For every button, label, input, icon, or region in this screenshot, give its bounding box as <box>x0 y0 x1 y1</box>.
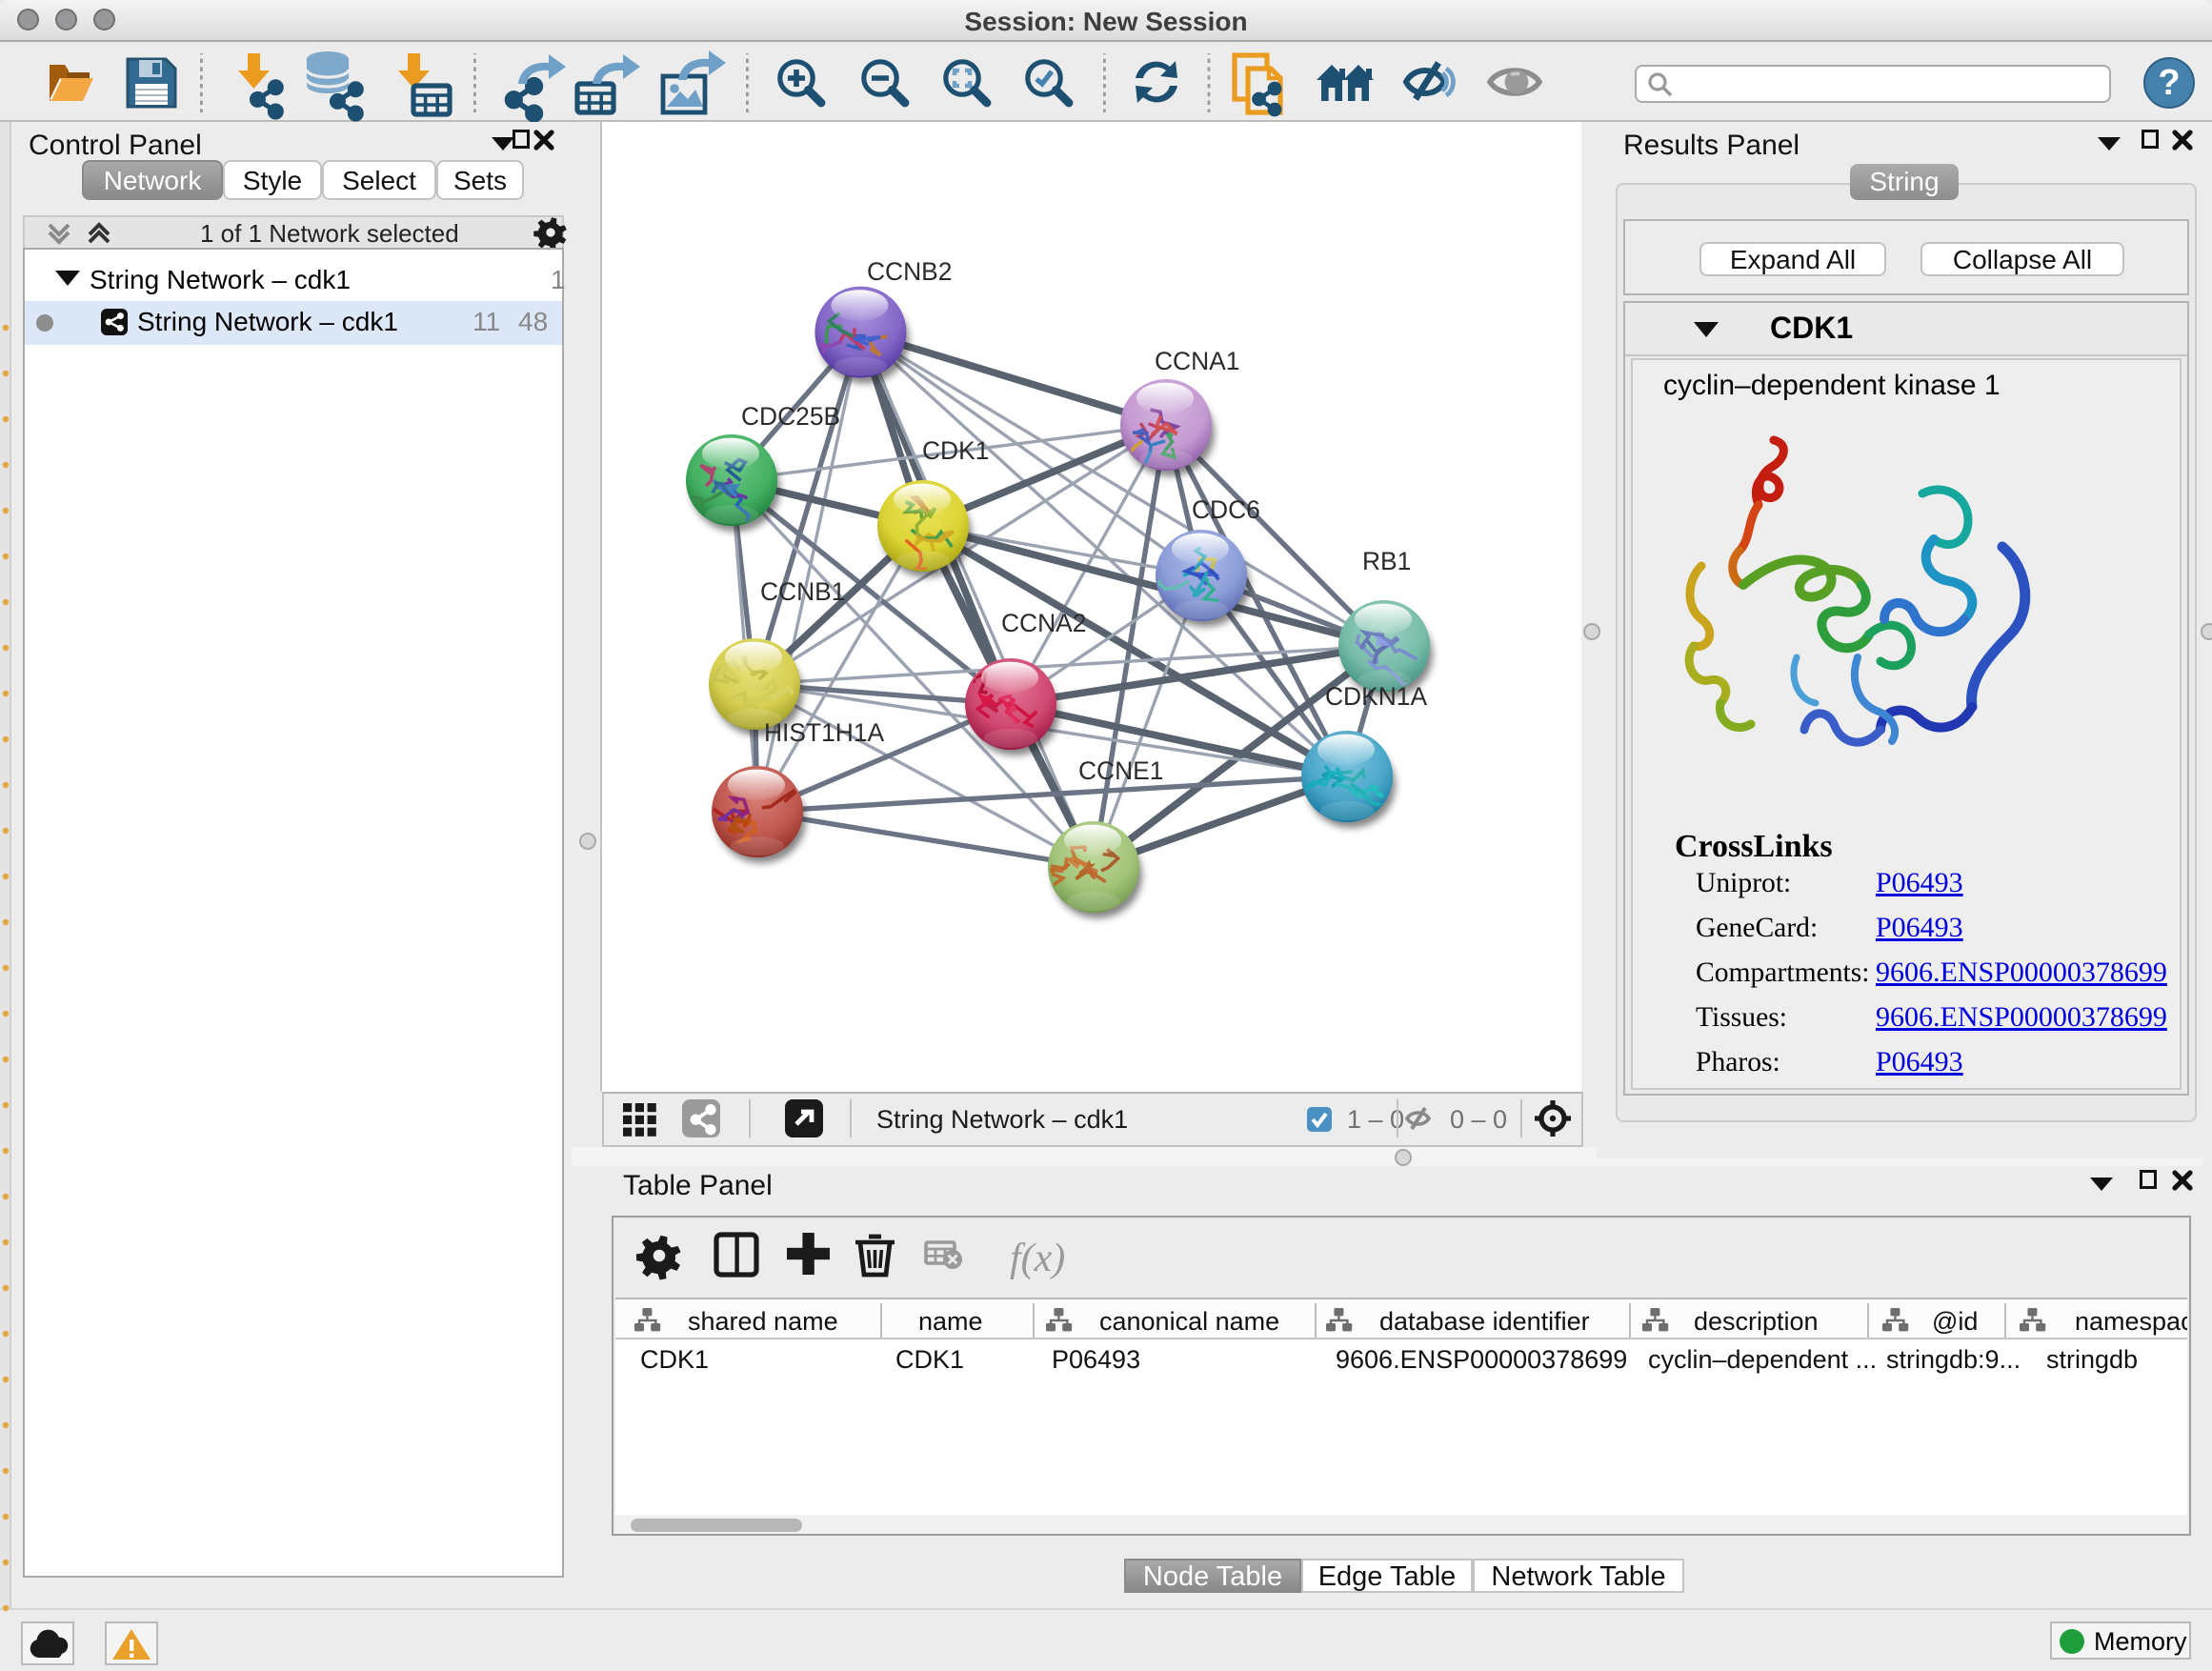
svg-text:canonical name: canonical name <box>1099 1307 1279 1336</box>
svg-text:CCNE1: CCNE1 <box>1078 756 1163 785</box>
svg-text:CCNA1: CCNA1 <box>1155 347 1239 375</box>
svg-text:CDC25B: CDC25B <box>741 402 840 431</box>
svg-text:CDK1: CDK1 <box>922 436 989 465</box>
svg-text:name: name <box>918 1307 983 1336</box>
svg-text:HIST1H1A: HIST1H1A <box>764 718 885 747</box>
svg-text:@id: @id <box>1932 1307 1978 1336</box>
svg-text:CCNB2: CCNB2 <box>867 257 952 286</box>
svg-text:f(x): f(x) <box>1010 1237 1065 1280</box>
svg-text:RB1: RB1 <box>1362 547 1411 575</box>
svg-text:CDKN1A: CDKN1A <box>1325 682 1427 711</box>
svg-text:shared name: shared name <box>688 1307 838 1336</box>
svg-text:description: description <box>1694 1307 1819 1336</box>
svg-text:?: ? <box>2158 63 2180 103</box>
svg-text:String Network – cdk1: String Network – cdk1 <box>876 1105 1128 1134</box>
svg-text:CDC6: CDC6 <box>1192 495 1260 524</box>
svg-text:0 – 0: 0 – 0 <box>1450 1105 1507 1134</box>
svg-text:CCNB1: CCNB1 <box>760 577 845 606</box>
svg-text:CCNA2: CCNA2 <box>1001 609 1086 637</box>
svg-text:1 – 0: 1 – 0 <box>1347 1105 1404 1134</box>
svg-text:database identifier: database identifier <box>1379 1307 1590 1336</box>
svg-text:namespac: namespac <box>2075 1307 2187 1336</box>
